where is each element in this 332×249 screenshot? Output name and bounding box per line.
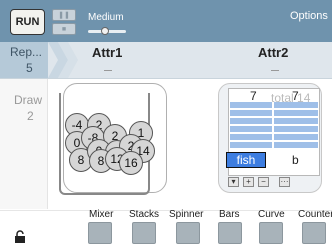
spinner-palette-icon[interactable] [176, 222, 200, 244]
stack-bar [230, 110, 318, 116]
pause-button[interactable]: ❚❚ [52, 9, 76, 21]
section-divider [272, 102, 274, 148]
pause-icon: ❚❚ [58, 12, 70, 19]
stop-icon: ■ [61, 25, 67, 33]
stack-bar [230, 134, 318, 140]
section-a-count: 7 [250, 89, 257, 103]
attr1-underline [104, 68, 112, 71]
palette-spinner-label: Spinner [169, 209, 204, 220]
speed-label: Medium [88, 12, 124, 23]
draw-label: Draw [14, 93, 43, 107]
remove-section-button[interactable]: − [258, 177, 269, 187]
curve-palette-icon[interactable] [259, 222, 283, 244]
attr1-label[interactable]: Attr1 [92, 45, 122, 60]
draw-value: 2 [27, 109, 34, 123]
lock-icon[interactable] [14, 230, 26, 244]
options-button[interactable]: Options [290, 10, 328, 22]
section-b-label[interactable]: b [292, 153, 299, 167]
stacks-palette-icon[interactable] [132, 222, 156, 244]
repetitions-label: Rep... [10, 45, 43, 59]
stack-bar [230, 126, 318, 132]
attr2-label[interactable]: Attr2 [258, 45, 288, 60]
palette-stacks-label: Stacks [129, 209, 160, 220]
section-a-label-field[interactable]: fish [226, 152, 266, 168]
palette-curve-label: Curve [258, 209, 285, 220]
stack-bar [230, 102, 318, 108]
collapse-button[interactable]: ▾ [228, 177, 239, 187]
run-button[interactable]: RUN [10, 9, 45, 35]
attr2-underline [271, 68, 279, 71]
more-options-button[interactable]: ··· [279, 177, 290, 187]
stack-bars [230, 102, 318, 148]
top-toolbar [0, 0, 332, 42]
palette-bars-label: Bars [219, 209, 240, 220]
chevron-arrows-icon [48, 42, 78, 78]
mixer-palette-icon[interactable] [88, 222, 112, 244]
add-section-button[interactable]: + [243, 177, 254, 187]
stop-button[interactable]: ■ [52, 23, 76, 35]
palette-mixer-label: Mixer [89, 209, 114, 220]
stack-bar [230, 118, 318, 124]
section-b-count: 7 [292, 89, 299, 103]
repetitions-value: 5 [26, 61, 33, 75]
stack-bar [230, 142, 318, 148]
header-divider [0, 78, 332, 79]
mixer-ball[interactable]: 16 [119, 151, 143, 175]
bars-palette-icon[interactable] [218, 222, 242, 244]
counter-palette-icon[interactable] [302, 222, 326, 244]
palette-counter-label: Counter [298, 209, 332, 220]
